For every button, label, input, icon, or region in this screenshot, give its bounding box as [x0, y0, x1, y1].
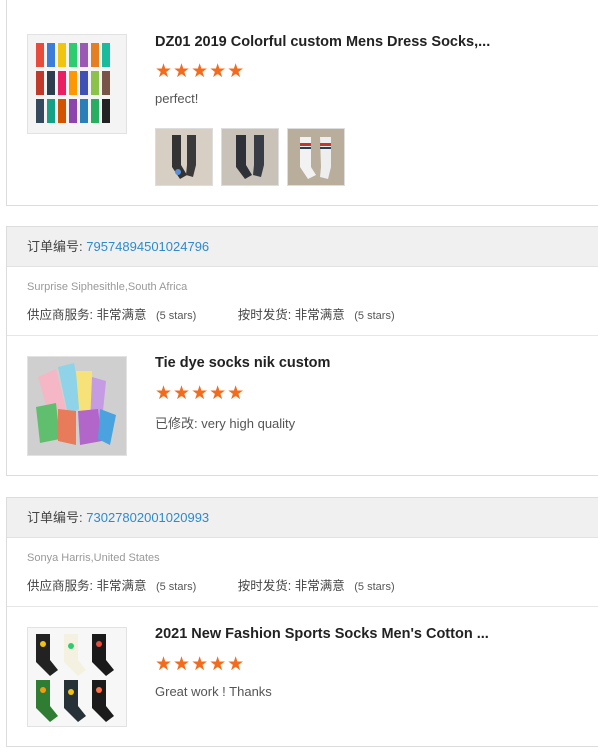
on-time-label: 按时发货:: [237, 308, 292, 322]
order-label: 订单编号:: [27, 510, 83, 525]
product-title[interactable]: DZ01 2019 Colorful custom Mens Dress Soc…: [155, 34, 490, 50]
product-thumbnail[interactable]: [27, 627, 127, 727]
review-comment: perfect!: [155, 91, 199, 106]
on-time-value: 非常满意: [294, 308, 345, 322]
supplier-service-value: 非常满意: [96, 308, 147, 322]
review-photo-1[interactable]: [155, 128, 213, 186]
on-time-value: 非常满意: [294, 579, 345, 593]
on-time-stars: (5 stars): [354, 581, 395, 593]
star-rating: ★★★★★: [155, 654, 246, 675]
order-number-link[interactable]: 73027802001020993: [86, 510, 209, 525]
order-header: 订单编号: 73027802001020993: [7, 498, 598, 538]
white-sock-photo: [288, 129, 344, 185]
divider: [7, 335, 598, 336]
product-title[interactable]: Tie dye socks nik custom: [155, 355, 330, 371]
review-card-3: 订单编号: 73027802001020993 Sonya Harris,Uni…: [6, 497, 598, 747]
on-time-label: 按时发货:: [237, 579, 292, 593]
review-comment: 已修改: very high quality: [155, 416, 296, 431]
review-card-2: 订单编号: 79574894501024796 Surprise Siphesi…: [6, 226, 598, 476]
star-rating: ★★★★★: [155, 383, 246, 404]
tie-dye-socks-image: [28, 357, 126, 455]
buyer-info: Sonya Harris,United States: [27, 552, 160, 564]
supplier-service-stars: (5 stars): [155, 581, 197, 593]
supplier-service-label: 供应商服务:: [27, 579, 93, 593]
product-title[interactable]: 2021 New Fashion Sports Socks Men's Cott…: [155, 626, 489, 642]
supplier-service-stars: (5 stars): [155, 310, 197, 322]
service-ratings: 供应商服务: 非常满意 (5 stars) 按时发货: 非常满意 (5 star…: [27, 575, 395, 594]
dark-sock-photo: [156, 129, 212, 185]
product-thumbnail[interactable]: [27, 34, 127, 134]
supplier-service-label: 供应商服务:: [27, 308, 93, 322]
supplier-service-value: 非常满意: [96, 579, 147, 593]
product-thumbnail[interactable]: [27, 356, 127, 456]
review-photo-3[interactable]: [287, 128, 345, 186]
sports-socks-image: [28, 628, 126, 726]
divider: [7, 606, 598, 607]
colorful-socks-image: [28, 35, 126, 133]
review-card-1: DZ01 2019 Colorful custom Mens Dress Soc…: [6, 0, 598, 206]
service-ratings: 供应商服务: 非常满意 (5 stars) 按时发货: 非常满意 (5 star…: [27, 304, 395, 323]
dark-sock-photo: [222, 129, 278, 185]
review-comment: Great work ! Thanks: [155, 684, 272, 699]
order-number-link[interactable]: 79574894501024796: [86, 239, 209, 254]
order-header: 订单编号: 79574894501024796: [7, 227, 598, 267]
review-photo-2[interactable]: [221, 128, 279, 186]
on-time-stars: (5 stars): [354, 310, 395, 322]
buyer-info: Surprise Siphesithle,South Africa: [27, 281, 188, 293]
order-label: 订单编号:: [27, 239, 83, 254]
star-rating: ★★★★★: [155, 61, 246, 82]
